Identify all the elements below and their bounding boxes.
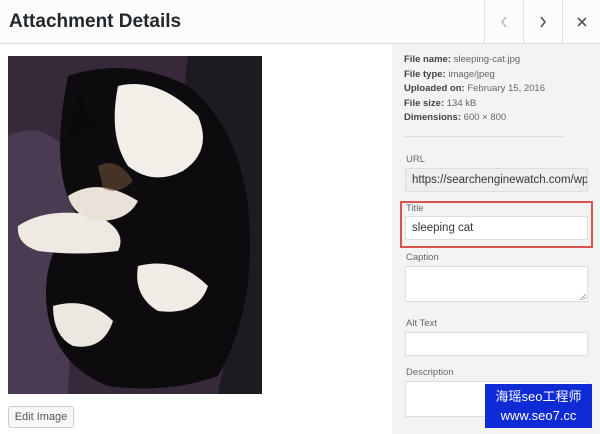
modal-header: Attachment Details bbox=[0, 0, 600, 44]
url-field[interactable]: https://searchenginewatch.com/wp-content bbox=[405, 168, 588, 192]
file-type-row: File type: image/jpeg bbox=[404, 68, 495, 80]
divider bbox=[404, 136, 564, 137]
chevron-right-icon bbox=[540, 16, 547, 28]
uploaded-on-row: Uploaded on: February 15, 2016 bbox=[404, 83, 545, 94]
sleeping-cat-photo bbox=[8, 56, 262, 394]
edit-image-button[interactable]: Edit Image bbox=[8, 406, 74, 428]
dimensions-row: Dimensions: 600 × 800 bbox=[404, 112, 507, 123]
title-field[interactable]: sleeping cat bbox=[405, 216, 588, 240]
url-label: URL bbox=[406, 154, 426, 165]
alt-text-label: Alt Text bbox=[406, 318, 437, 329]
resize-handle-icon[interactable] bbox=[580, 294, 586, 300]
watermark-line-2: www.seo7.cc bbox=[500, 408, 577, 423]
watermark-line-1: 海瑶seo工程师 bbox=[495, 389, 582, 404]
close-icon bbox=[576, 17, 587, 27]
caption-label: Caption bbox=[406, 252, 439, 263]
attachment-sidebar: File name: sleeping-cat.jpg File type: i… bbox=[392, 44, 600, 434]
alt-text-field[interactable] bbox=[405, 332, 588, 356]
close-button[interactable] bbox=[562, 0, 600, 44]
chevron-left-icon bbox=[500, 16, 507, 28]
modal-title: Attachment Details bbox=[9, 11, 182, 32]
watermark-badge: 海瑶seo工程师 www.seo7.cc bbox=[485, 384, 592, 428]
file-size-row: File size: 134 kB bbox=[404, 97, 477, 109]
next-attachment-button[interactable] bbox=[523, 0, 562, 44]
caption-field[interactable] bbox=[405, 266, 588, 302]
file-name-row: File name: sleeping-cat.jpg bbox=[404, 54, 521, 65]
file-metadata: File name: sleeping-cat.jpg File type: i… bbox=[404, 53, 545, 126]
description-label: Description bbox=[406, 367, 454, 378]
previous-attachment-button[interactable] bbox=[484, 0, 523, 44]
title-label: Title bbox=[406, 203, 424, 214]
attachment-image bbox=[8, 56, 262, 394]
